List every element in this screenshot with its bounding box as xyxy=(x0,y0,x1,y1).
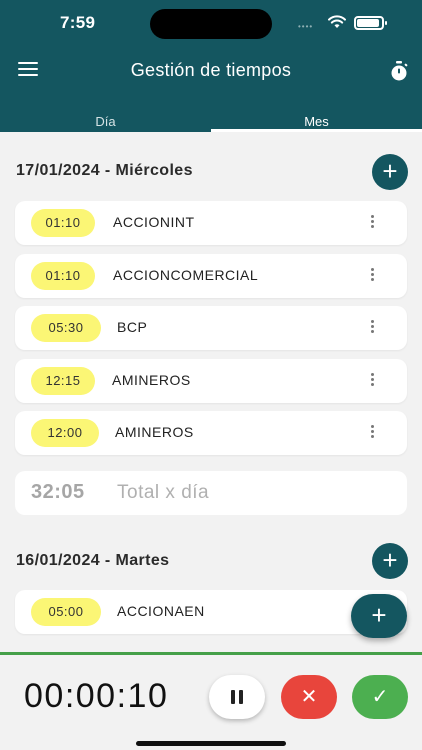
duration-badge: 05:30 xyxy=(31,314,101,342)
duration-badge: 01:10 xyxy=(31,262,95,290)
check-icon: ✓ xyxy=(371,686,389,708)
day-header: 16/01/2024 - Martes xyxy=(16,552,170,569)
duration-badge: 01:10 xyxy=(31,209,95,237)
tab-bar: Día Mes xyxy=(0,112,422,132)
confirm-button[interactable]: ✓ xyxy=(352,675,408,719)
list-item[interactable]: 01:10 ACCIONCOMERCIAL xyxy=(15,254,407,298)
kebab-icon[interactable] xyxy=(369,320,375,336)
entry-code: ACCIONAEN xyxy=(117,603,205,619)
kebab-icon[interactable] xyxy=(369,215,375,231)
add-fab-button[interactable]: + xyxy=(351,594,407,638)
add-entry-button[interactable]: + xyxy=(372,154,408,190)
total-value: 32:05 xyxy=(31,481,85,503)
home-indicator xyxy=(136,741,286,746)
close-icon: ✕ xyxy=(300,686,318,708)
wifi-icon xyxy=(328,15,346,28)
status-time: 7:59 xyxy=(60,13,96,32)
pause-button[interactable] xyxy=(209,675,265,719)
list-item[interactable]: 05:00 ACCIONAEN xyxy=(15,590,407,634)
kebab-icon[interactable] xyxy=(369,425,375,441)
list-item[interactable]: 12:00 AMINEROS xyxy=(15,411,407,455)
entry-code: ACCIONINT xyxy=(113,214,195,230)
add-entry-button[interactable]: + xyxy=(372,543,408,579)
tab-dia[interactable]: Día xyxy=(0,114,211,129)
pause-icon xyxy=(231,690,235,704)
tab-indicator xyxy=(211,129,422,132)
list-item[interactable]: 12:15 AMINEROS xyxy=(15,359,407,403)
page-title: Gestión de tiempos xyxy=(130,60,292,80)
signal-icon: •••• xyxy=(298,22,314,31)
entry-code: BCP xyxy=(117,319,148,335)
cancel-button[interactable]: ✕ xyxy=(281,675,337,719)
kebab-icon[interactable] xyxy=(369,268,375,284)
status-bar: 7:59 •••• xyxy=(0,0,422,46)
day-header: 17/01/2024 - Miércoles xyxy=(16,162,193,179)
total-label: Total x día xyxy=(117,482,210,503)
entry-code: AMINEROS xyxy=(112,372,191,388)
entry-code: AMINEROS xyxy=(115,424,194,440)
plus-icon: + xyxy=(382,156,398,186)
plus-icon: + xyxy=(382,545,398,575)
stopwatch-icon[interactable] xyxy=(388,60,410,82)
app-header: 7:59 •••• Gestión de tiempos Día Mes xyxy=(0,0,422,132)
list-item[interactable]: 01:10 ACCIONINT xyxy=(15,201,407,245)
timer-display: 00:00:10 xyxy=(24,677,169,715)
list-item[interactable]: 05:30 BCP xyxy=(15,306,407,350)
duration-badge: 12:15 xyxy=(31,367,95,395)
duration-badge: 12:00 xyxy=(31,419,99,447)
timer-bar: 00:00:10 ✕ ✓ xyxy=(0,652,422,750)
duration-badge: 05:00 xyxy=(31,598,101,626)
day-total-card: 32:05 Total x día xyxy=(15,471,407,515)
battery-icon xyxy=(354,16,387,30)
kebab-icon[interactable] xyxy=(369,373,375,389)
plus-icon: + xyxy=(371,600,387,630)
tab-mes[interactable]: Mes xyxy=(211,114,422,129)
entry-code: ACCIONCOMERCIAL xyxy=(113,267,259,283)
dynamic-island xyxy=(150,9,272,39)
